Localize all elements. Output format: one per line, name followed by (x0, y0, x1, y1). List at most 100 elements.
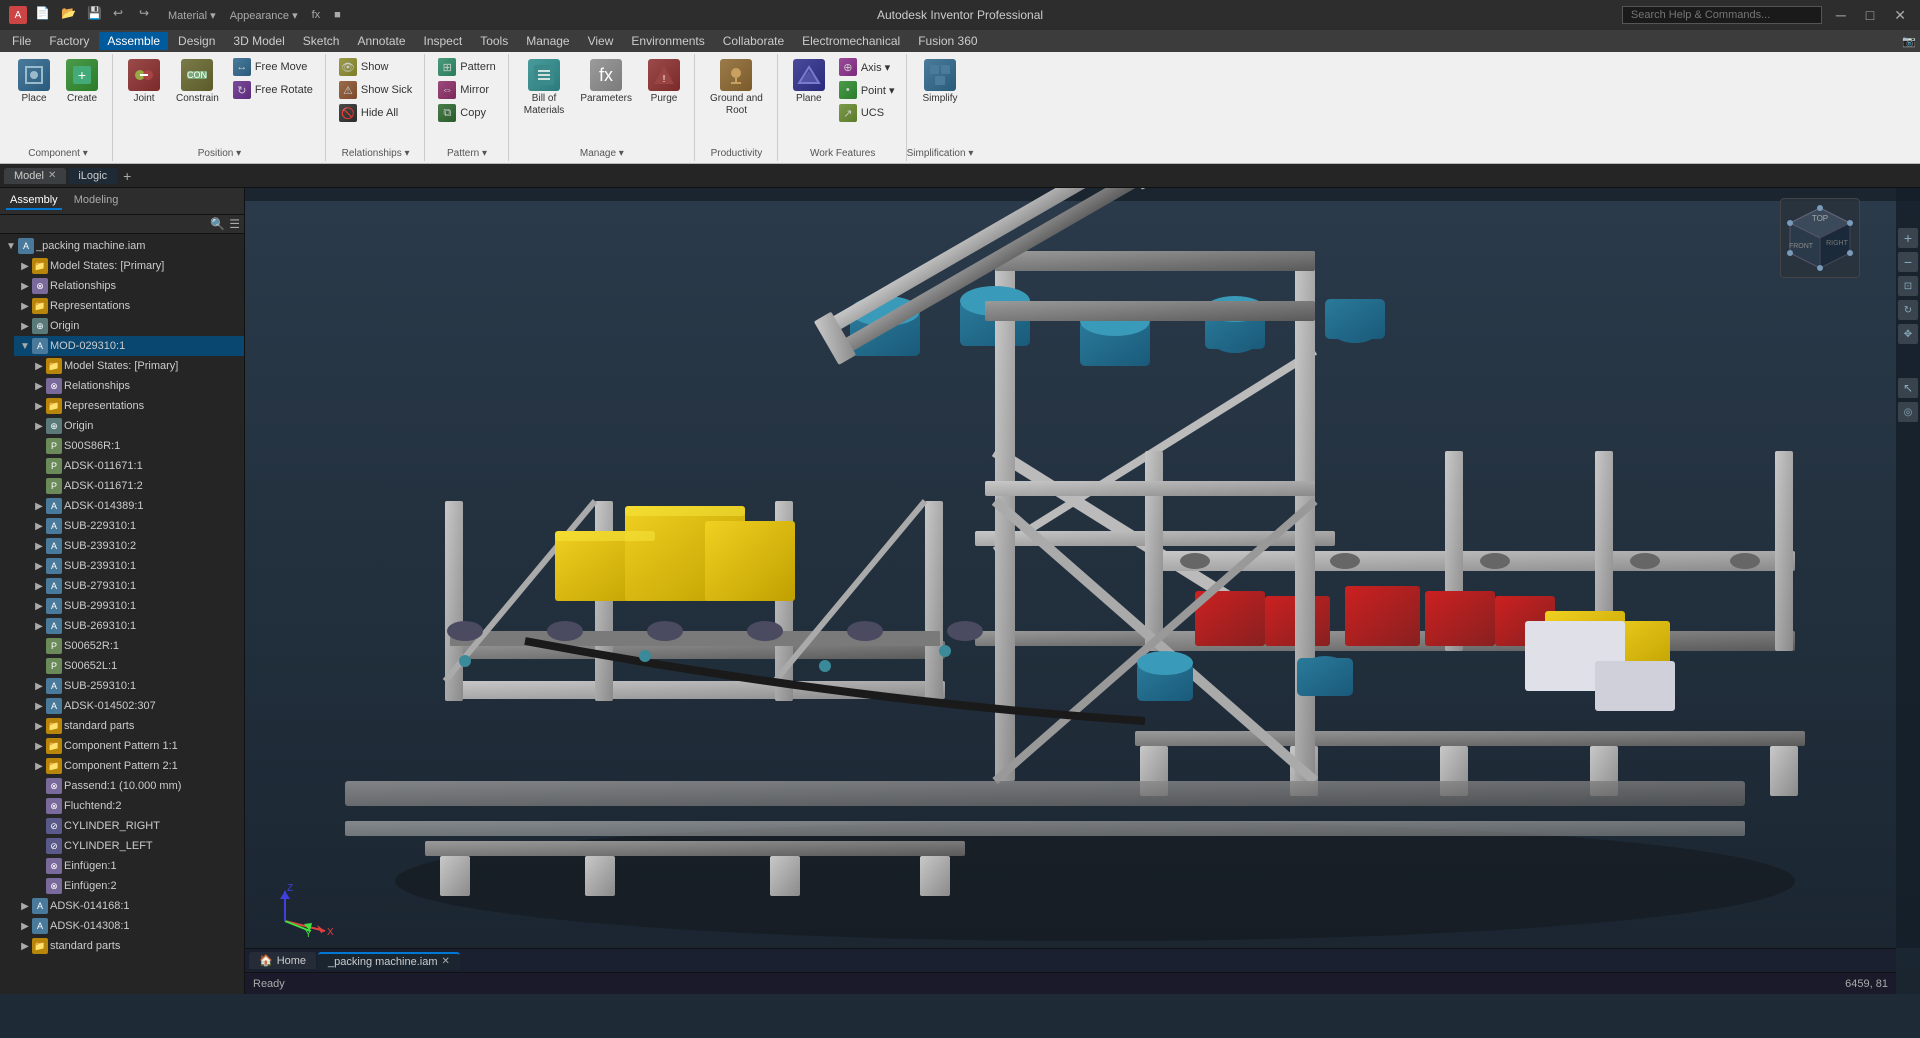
tree-expander-sub279310[interactable]: ▶ (32, 579, 46, 593)
freemove-button[interactable]: ↔ Free Move (229, 56, 317, 78)
tree-item-sub229310[interactable]: ▶ A SUB-229310:1 (28, 516, 244, 536)
tree-item-relationships1[interactable]: ▶ ⊗ Relationships (14, 276, 244, 296)
tree-item-relationships2[interactable]: ▶ ⊗ Relationships (28, 376, 244, 396)
tree-expander-einfugen1[interactable] (32, 859, 46, 873)
axis-button[interactable]: ⊕ Axis ▾ (835, 56, 899, 78)
tree-item-standardparts2[interactable]: ▶ 📁 standard parts (14, 936, 244, 956)
tree-expander-modelstates[interactable]: ▶ (18, 259, 32, 273)
look-at-button[interactable]: ◎ (1898, 402, 1918, 422)
zoom-in-button[interactable]: + (1898, 228, 1918, 248)
copy-button[interactable]: ⧉ Copy (434, 102, 499, 124)
tree-item-comppattern2[interactable]: ▶ 📁 Component Pattern 2:1 (28, 756, 244, 776)
menu-tools[interactable]: Tools (472, 32, 516, 50)
create-button[interactable]: + Create (60, 56, 104, 108)
mirror-button[interactable]: ⇔ Mirror (434, 79, 499, 101)
tree-expander-origin1[interactable]: ▶ (18, 319, 32, 333)
cursor-button[interactable]: ↖ (1898, 378, 1918, 398)
nav-cube[interactable]: TOP FRONT RIGHT (1780, 198, 1860, 278)
tree-item-einfugen2[interactable]: ⊗ Einfügen:2 (28, 876, 244, 896)
minimize-button[interactable]: ─ (1830, 5, 1852, 25)
tree-item-cylleft[interactable]: ⊘ CYLINDER_LEFT (28, 836, 244, 856)
tree-expander-adsk014308[interactable]: ▶ (18, 919, 32, 933)
plane-button[interactable]: Plane (787, 56, 831, 108)
bom-button[interactable]: Bill ofMaterials (518, 56, 571, 120)
joint-button[interactable]: Joint (122, 56, 166, 108)
close-button[interactable]: ✕ (1888, 5, 1912, 26)
tree-item-standardparts1[interactable]: ▶ 📁 standard parts (28, 716, 244, 736)
tree-item-modelstates[interactable]: ▶ 📁 Model States: [Primary] (14, 256, 244, 276)
menu-collaborate[interactable]: Collaborate (715, 32, 792, 50)
menu-inspect[interactable]: Inspect (416, 32, 471, 50)
tree-expander-einfugen2[interactable] (32, 879, 46, 893)
zoom-fit-button[interactable]: ⊡ (1898, 276, 1918, 296)
tree-item-adsk011671-2[interactable]: P ADSK-011671:2 (28, 476, 244, 496)
tree-item-sub279310[interactable]: ▶ A SUB-279310:1 (28, 576, 244, 596)
tree-expander-fluchtend2[interactable] (32, 799, 46, 813)
tree-item-origin1[interactable]: ▶ ⊕ Origin (14, 316, 244, 336)
tree-expander-sub229310[interactable]: ▶ (32, 519, 46, 533)
tree-expander-root[interactable]: ▼ (4, 239, 18, 253)
tree-options-icon[interactable]: ☰ (229, 217, 240, 231)
tree-item-cylright[interactable]: ⊘ CYLINDER_RIGHT (28, 816, 244, 836)
tree-item-modelstates2[interactable]: ▶ 📁 Model States: [Primary] (28, 356, 244, 376)
tree-expander-representations2[interactable]: ▶ (32, 399, 46, 413)
tree-expander-cylright[interactable] (32, 819, 46, 833)
tab-add-button[interactable]: + (119, 168, 135, 184)
undo-icon[interactable]: ↩ (113, 6, 131, 24)
viewport[interactable]: TOP FRONT RIGHT + − ⊡ ↻ ✥ ↖ ◎ (245, 188, 1920, 994)
tree-expander-sub239310-1[interactable]: ▶ (32, 559, 46, 573)
tree-expander-mod029310[interactable]: ▼ (18, 339, 32, 353)
param-field[interactable]: ■ (334, 9, 341, 21)
tree-expander-standardparts2[interactable]: ▶ (18, 939, 32, 953)
fx-btn[interactable]: fx (312, 9, 321, 21)
tree-item-sub239310-1[interactable]: ▶ A SUB-239310:1 (28, 556, 244, 576)
menu-annotate[interactable]: Annotate (349, 32, 413, 50)
tree-item-sub239310-2[interactable]: ▶ A SUB-239310:2 (28, 536, 244, 556)
place-button[interactable]: Place (12, 56, 56, 108)
tree-item-comppattern1[interactable]: ▶ 📁 Component Pattern 1:1 (28, 736, 244, 756)
appearance-selector[interactable]: Appearance ▾ (230, 9, 298, 22)
tree-expander-standardparts1[interactable]: ▶ (32, 719, 46, 733)
hideall-button[interactable]: 🚫 Hide All (335, 102, 416, 124)
menu-fusion360[interactable]: Fusion 360 (910, 32, 985, 50)
purge-button[interactable]: ! Purge (642, 56, 686, 108)
tree-item-representations1[interactable]: ▶ 📁 Representations (14, 296, 244, 316)
tree-item-einfugen1[interactable]: ⊗ Einfügen:1 (28, 856, 244, 876)
home-tab[interactable]: 🏠 Home (249, 952, 316, 969)
menu-factory[interactable]: Factory (41, 32, 97, 50)
tree-expander-s00652l[interactable] (32, 659, 46, 673)
model-tab[interactable]: Model ✕ (4, 168, 66, 184)
tree-expander-comppattern1[interactable]: ▶ (32, 739, 46, 753)
tree-item-s00s86r[interactable]: P S00S86R:1 (28, 436, 244, 456)
constrain-button[interactable]: CON Constrain (170, 56, 225, 108)
tree-item-adsk011671-1[interactable]: P ADSK-011671:1 (28, 456, 244, 476)
tree-expander-sub259310[interactable]: ▶ (32, 679, 46, 693)
tree-expander-adsk011671-2[interactable] (32, 479, 46, 493)
tree-expander-relationships1[interactable]: ▶ (18, 279, 32, 293)
tree-item-representations2[interactable]: ▶ 📁 Representations (28, 396, 244, 416)
tree-item-sub299310[interactable]: ▶ A SUB-299310:1 (28, 596, 244, 616)
tree-expander-sub239310-2[interactable]: ▶ (32, 539, 46, 553)
search-icon[interactable]: 🔍 (210, 217, 225, 231)
tree-expander-modelstates2[interactable]: ▶ (32, 359, 46, 373)
menu-file[interactable]: File (4, 32, 39, 50)
tree-item-sub269310[interactable]: ▶ A SUB-269310:1 (28, 616, 244, 636)
tree-expander-s00652r[interactable] (32, 639, 46, 653)
menu-sketch[interactable]: Sketch (295, 32, 348, 50)
showsick-button[interactable]: ⚠ Show Sick (335, 79, 416, 101)
menu-view[interactable]: View (580, 32, 622, 50)
tree-expander-adsk014168[interactable]: ▶ (18, 899, 32, 913)
tree-expander-sub299310[interactable]: ▶ (32, 599, 46, 613)
assembly-tab-modeling[interactable]: Modeling (70, 192, 123, 210)
params-button[interactable]: fx Parameters (574, 56, 638, 108)
packing-tab-close[interactable]: ✕ (442, 956, 450, 967)
tree-item-adsk014308[interactable]: ▶ A ADSK-014308:1 (14, 916, 244, 936)
tree-expander-passend1[interactable] (32, 779, 46, 793)
show-button[interactable]: 👁 Show (335, 56, 416, 78)
new-icon[interactable]: 📄 (35, 6, 53, 24)
tree-expander-representations1[interactable]: ▶ (18, 299, 32, 313)
tree-item-adsk014502[interactable]: ▶ A ADSK-014502:307 (28, 696, 244, 716)
open-icon[interactable]: 📂 (61, 6, 79, 24)
tree-item-s00652l[interactable]: P S00652L:1 (28, 656, 244, 676)
ilogic-tab[interactable]: iLogic (68, 168, 117, 184)
